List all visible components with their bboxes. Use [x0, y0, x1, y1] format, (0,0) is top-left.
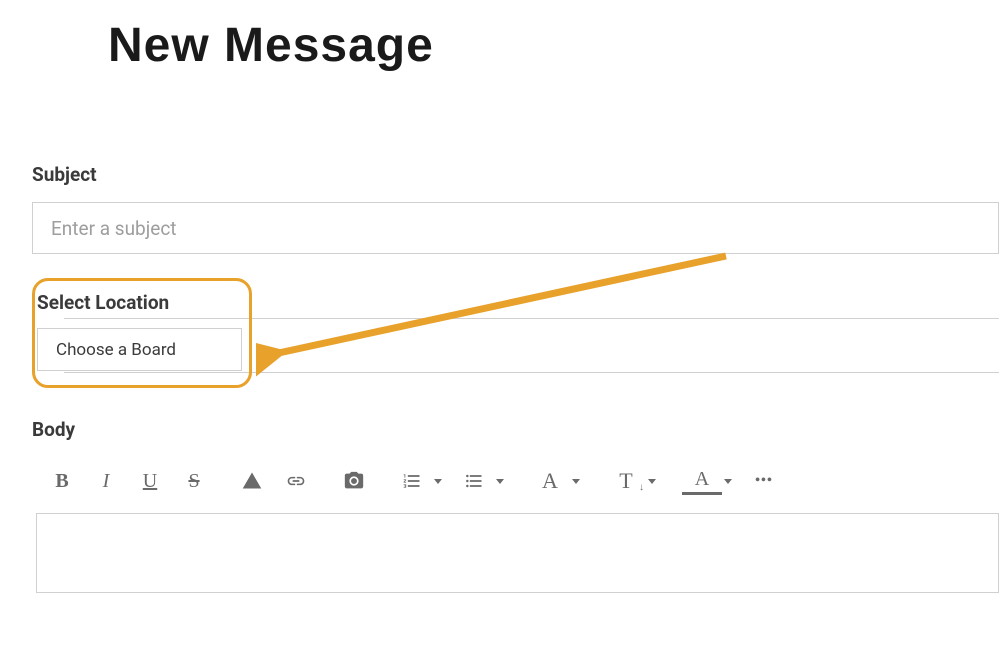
strike-button[interactable]: S [174, 463, 214, 499]
location-highlight: Select Location Choose a Board [32, 278, 252, 388]
camera-icon[interactable] [334, 463, 374, 499]
location-label: Select Location [37, 291, 243, 314]
chevron-down-icon[interactable] [724, 479, 732, 484]
body-section: Body B I U S [32, 418, 999, 593]
font-size-icon[interactable]: A [530, 463, 570, 499]
location-section: Select Location Choose a Board [32, 278, 999, 388]
chevron-down-icon[interactable] [572, 479, 580, 484]
more-button[interactable]: ••• [744, 463, 784, 499]
body-label: Body [32, 418, 999, 441]
choose-board-button[interactable]: Choose a Board [37, 328, 242, 371]
message-form: Subject Select Location Choose a Board B… [0, 163, 999, 593]
unordered-list-icon[interactable] [454, 463, 494, 499]
bold-button[interactable]: B [42, 463, 82, 499]
editor-toolbar: B I U S A [32, 455, 999, 507]
body-editor[interactable] [36, 513, 999, 593]
chevron-down-icon[interactable] [496, 479, 504, 484]
underline-button[interactable]: U [130, 463, 170, 499]
subject-label: Subject [32, 163, 999, 186]
text-format-icon[interactable]: T↓ [606, 463, 646, 499]
chevron-down-icon[interactable] [648, 479, 656, 484]
link-icon[interactable] [276, 463, 316, 499]
subject-input[interactable] [32, 202, 999, 254]
chevron-down-icon[interactable] [434, 479, 442, 484]
italic-button[interactable]: I [86, 463, 126, 499]
warning-icon[interactable] [232, 463, 272, 499]
page-title: New Message [108, 18, 999, 73]
ordered-list-icon[interactable] [392, 463, 432, 499]
text-color-icon[interactable]: A [682, 467, 722, 495]
